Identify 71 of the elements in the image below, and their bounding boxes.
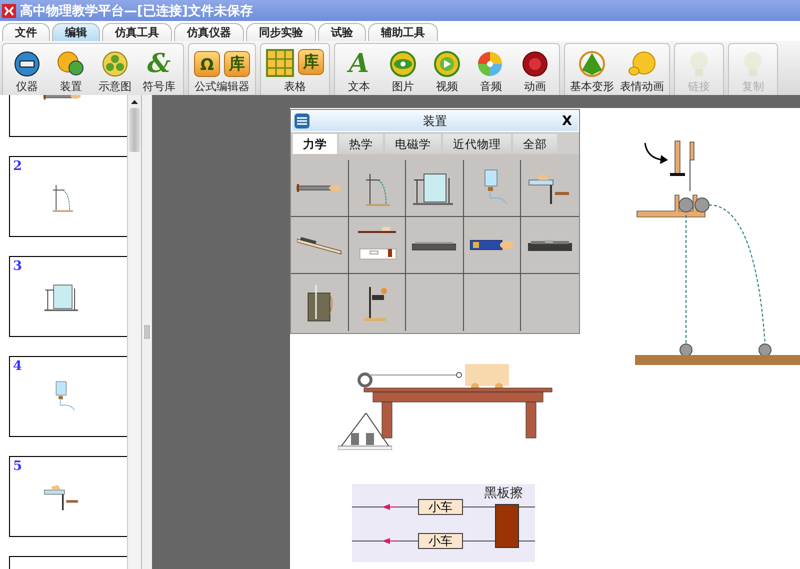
ribbon-button[interactable]: 仪器: [6, 48, 48, 94]
splitter-handle[interactable]: [142, 95, 152, 569]
timer-drawing: [470, 240, 514, 250]
arrow-icon: [382, 538, 398, 544]
nodes-icon: [100, 50, 130, 78]
ribbon-button[interactable]: 图片: [382, 48, 424, 94]
ribbon-button[interactable]: & 符号库: [138, 48, 180, 94]
slide-number: 4: [13, 359, 22, 374]
menu-tab[interactable]: 辅助工具: [368, 23, 438, 41]
scrollbar[interactable]: [127, 95, 142, 569]
category-tab[interactable]: 电磁学: [385, 134, 441, 154]
slide-number: 3: [13, 259, 22, 274]
menu-icon[interactable]: [294, 113, 310, 129]
category-tab[interactable]: 近代物理: [443, 134, 511, 154]
track-board-drawing: [528, 239, 572, 251]
slide-number: 2: [13, 159, 22, 174]
ribbon-button[interactable]: 装置: [50, 48, 92, 94]
ribbon-button[interactable]: Ω 库 公式编辑器: [192, 49, 252, 94]
apparatus-cell[interactable]: [291, 160, 349, 217]
meter-icon: [12, 50, 42, 78]
scroll-up-icon[interactable]: [128, 95, 141, 108]
apparatus-cell[interactable]: [348, 160, 406, 217]
apparatus-cell[interactable]: [348, 217, 406, 274]
category-tab[interactable]: 全部: [513, 134, 557, 154]
menu-tab[interactable]: 试验: [318, 23, 366, 41]
play-icon: [432, 50, 462, 78]
incline-board-drawing: [296, 236, 342, 254]
flower-icon: [520, 50, 550, 78]
menu-tab[interactable]: 文件: [2, 23, 50, 41]
ribbon-button[interactable]: 音频: [470, 48, 512, 94]
menu-tab[interactable]: 编辑: [52, 23, 100, 41]
apparatus-cell[interactable]: [464, 160, 522, 217]
menu-tab[interactable]: 同步实验: [246, 23, 316, 41]
key-icon: 库: [224, 51, 250, 77]
ribbon-button[interactable]: 动画: [514, 48, 556, 94]
ribbon-button[interactable]: 库 表格: [264, 47, 326, 94]
apparatus-cell[interactable]: [291, 217, 349, 274]
eye-icon: [388, 50, 418, 78]
apparatus-cell[interactable]: [406, 217, 464, 274]
cart-label: 小车: [418, 499, 463, 515]
scroll-thumb[interactable]: [129, 108, 140, 152]
key-icon: Ω: [194, 51, 220, 77]
ribbon-button[interactable]: 基本变形: [568, 48, 616, 94]
spring-scale-drawing: [42, 95, 82, 101]
pyramid-icon: [577, 50, 607, 78]
app-icon: [2, 4, 16, 18]
window-title: 高中物理教学平台—[已连接]文件未保存: [20, 2, 253, 20]
menu-tab[interactable]: 仿真工具: [102, 23, 172, 41]
spring-scale-drawing: [296, 183, 342, 193]
cart-label: 小车: [418, 533, 463, 549]
ampersand-icon: &: [144, 50, 174, 78]
eraser-block: [495, 504, 519, 548]
track-drawing: [412, 240, 456, 250]
ribbon-button[interactable]: 示意图: [94, 48, 136, 94]
ribbon-button[interactable]: 视频: [426, 48, 468, 94]
slide-thumbnail[interactable]: 3: [9, 256, 127, 337]
arrow-icon: [382, 504, 398, 510]
dialog-title: 装置: [422, 112, 447, 130]
apparatus-cell[interactable]: [464, 217, 522, 274]
eraser-label: 黑板擦: [484, 485, 523, 502]
weights-drawing: [338, 413, 392, 450]
category-tab[interactable]: 力学: [293, 134, 337, 154]
letter-icon: A: [344, 50, 374, 78]
slide-number: 5: [13, 459, 22, 474]
apparatus-cell[interactable]: [406, 160, 464, 217]
key-icon: 库: [298, 49, 324, 75]
category-tab[interactable]: 热学: [339, 134, 383, 154]
close-button[interactable]: X: [560, 114, 574, 128]
ribbon-button[interactable]: A 文本: [338, 48, 380, 94]
menu-tab[interactable]: 仿真仪器: [174, 23, 244, 41]
ribbon-button[interactable]: 表情动画: [618, 48, 666, 94]
